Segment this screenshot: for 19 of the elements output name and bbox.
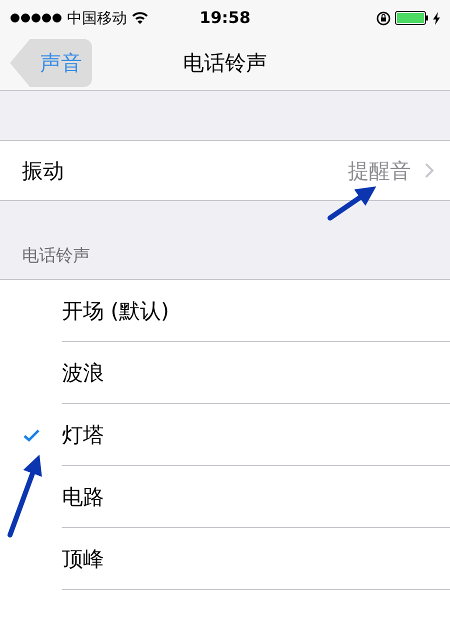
annotation-arrow	[328, 186, 376, 220]
row-label: 振动	[22, 158, 65, 184]
charging-icon	[433, 12, 440, 24]
chevron-icon	[425, 163, 434, 178]
battery-icon	[395, 11, 429, 25]
ringtone-item[interactable]: 开场 (默认)	[62, 296, 170, 324]
ringtone-item[interactable]: 电路	[62, 482, 104, 510]
ringtone-item[interactable]: 灯塔	[62, 420, 104, 448]
vibration-row[interactable]: 振动 提醒音	[0, 140, 450, 201]
ringtone-item[interactable]: 波浪	[62, 358, 104, 386]
nav-title: 电话铃声	[183, 51, 267, 75]
row-value: 提醒音	[348, 158, 411, 184]
status-time: 19:58	[200, 8, 250, 27]
section-header: 电话铃声	[22, 245, 90, 267]
signal-icon	[10, 13, 62, 23]
wifi-icon	[132, 12, 148, 24]
ringtone-item[interactable]: 顶峰	[62, 544, 104, 572]
carrier-name: 中国移动	[67, 8, 127, 28]
rotation-lock-icon	[376, 10, 391, 26]
